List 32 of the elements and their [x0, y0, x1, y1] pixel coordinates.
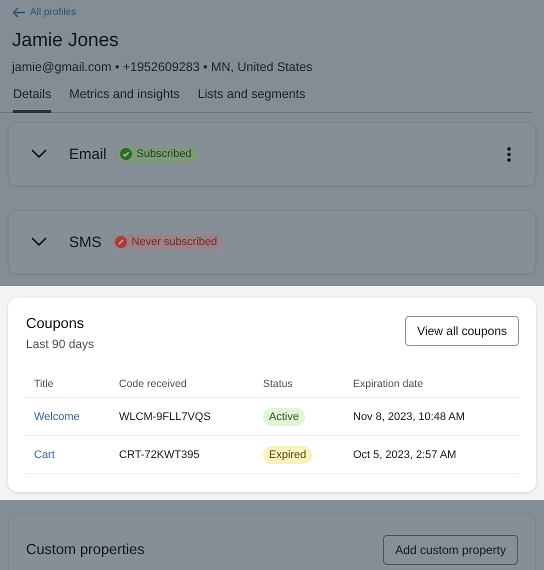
- back-arrow-icon: [12, 6, 26, 18]
- column-header: Code received: [110, 378, 254, 398]
- tab[interactable]: Lists and segments: [198, 87, 306, 113]
- coupon-link[interactable]: Welcome: [34, 410, 80, 422]
- status-pill: Expired: [263, 446, 312, 464]
- contact-info: jamie@gmail.com • +1952609283 • MN, United States: [12, 60, 314, 74]
- blocked-icon: [114, 236, 127, 248]
- add-property-button[interactable]: Add custom property: [383, 535, 518, 565]
- status-pill: Active: [263, 408, 305, 426]
- card-subtitle: Last 90 days: [26, 337, 94, 351]
- channel-name: SMS: [69, 234, 102, 250]
- table-cell: CRT-72KWT395: [110, 436, 254, 474]
- table-cell: Nov 8, 2023, 10:48 AM: [344, 398, 519, 436]
- channel-name: Email: [69, 146, 107, 162]
- column-header: Expiration date: [344, 378, 519, 398]
- table-cell: Oct 5, 2023, 2:57 AM: [344, 436, 519, 474]
- view-all-button[interactable]: View all coupons: [405, 316, 519, 346]
- status-text: Subscribed: [136, 148, 192, 160]
- tab[interactable]: Metrics and insights: [69, 87, 180, 113]
- column-header: Status: [254, 378, 344, 398]
- card-title: Coupons: [26, 316, 86, 332]
- chevron-icon[interactable]: [31, 237, 47, 247]
- card-title: Custom properties: [26, 542, 144, 558]
- column-header: Title: [25, 378, 110, 398]
- table-cell: WLCM-9FLL7VQS: [110, 398, 254, 436]
- tab[interactable]: Details: [13, 87, 52, 113]
- more-icon[interactable]: [507, 146, 511, 162]
- chevron-icon[interactable]: [31, 149, 47, 159]
- check-icon: [120, 148, 132, 160]
- coupon-link[interactable]: Cart: [34, 448, 55, 460]
- profile-name: Jamie Jones: [12, 30, 120, 52]
- status-text: Never subscribed: [132, 236, 218, 248]
